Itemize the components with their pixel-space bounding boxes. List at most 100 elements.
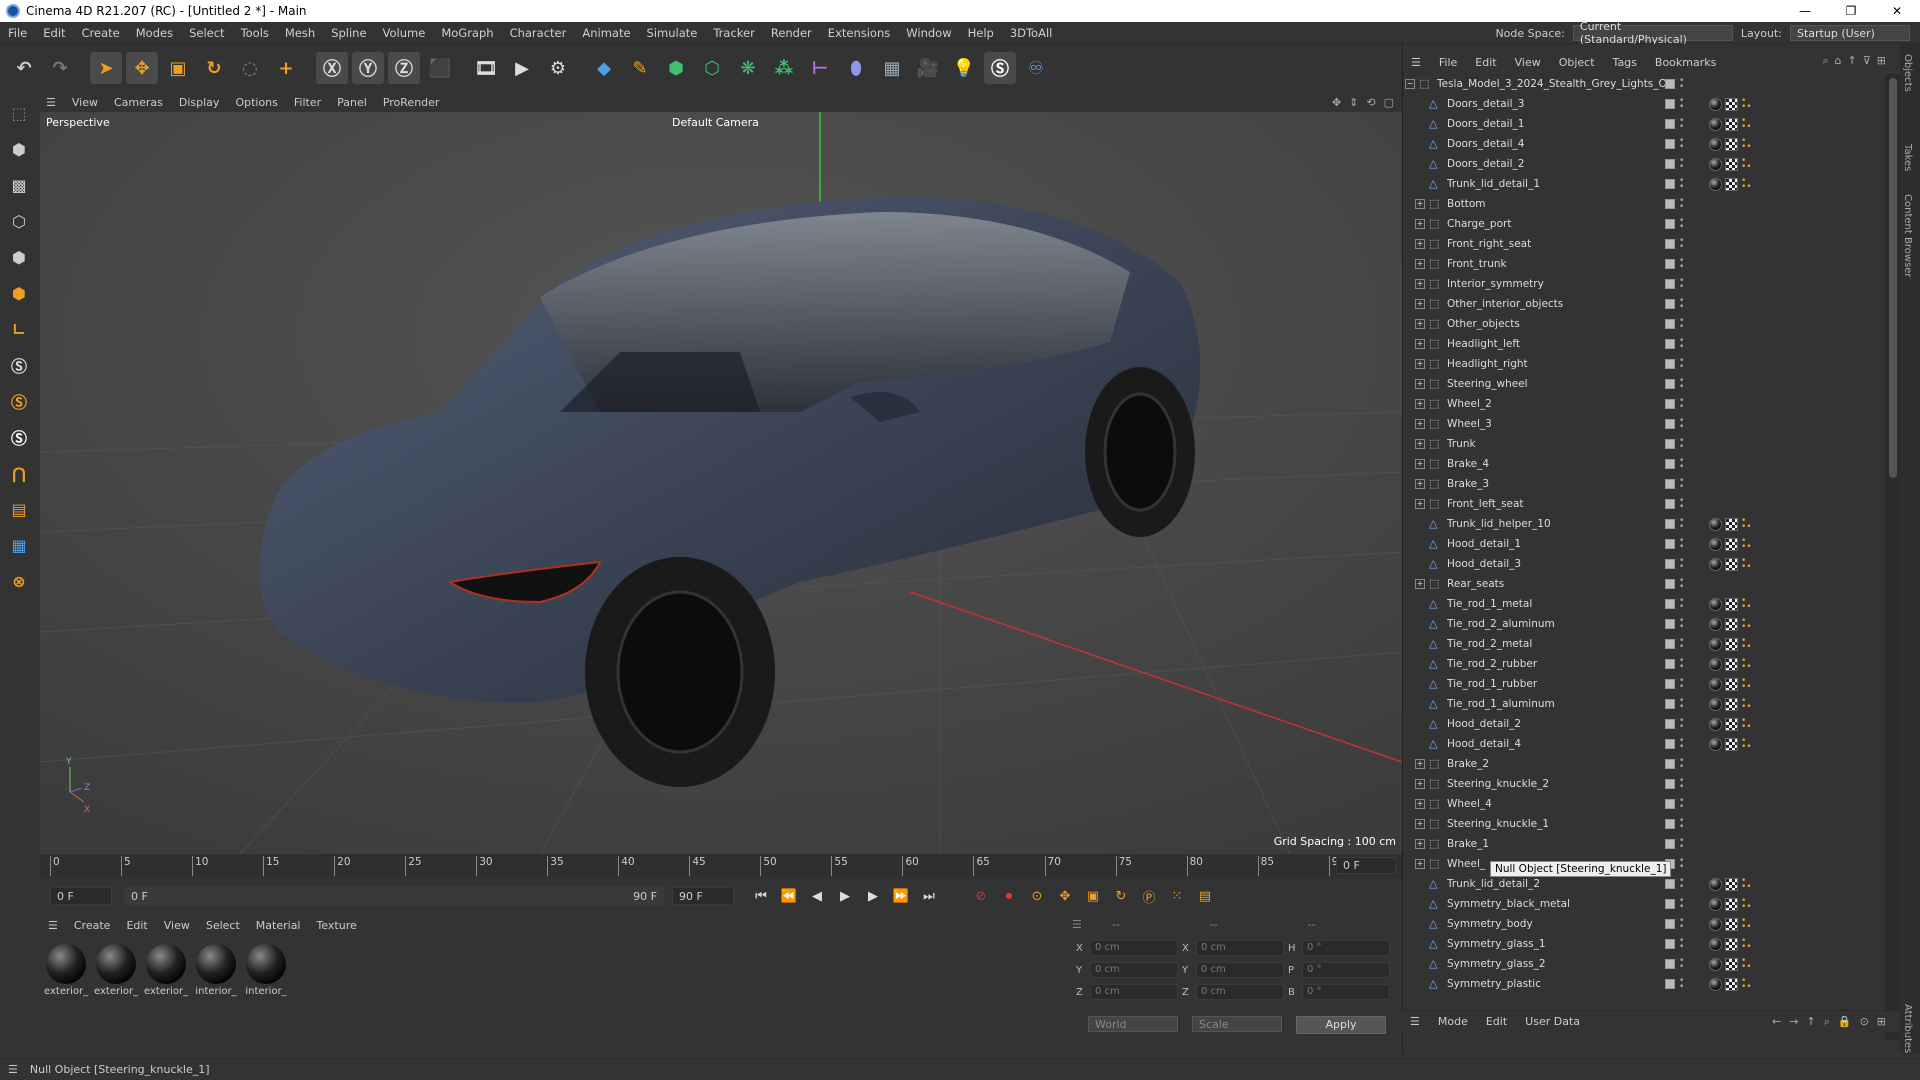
position-key-icon[interactable]: ✥ bbox=[1054, 885, 1076, 907]
previous-frame-icon[interactable]: ◀ bbox=[806, 885, 828, 907]
polygons-mode-icon[interactable]: ⬢ bbox=[4, 278, 34, 308]
layer-toggle[interactable] bbox=[1665, 619, 1675, 629]
texture-mode-icon[interactable]: ▩ bbox=[4, 170, 34, 200]
parameter-key-icon[interactable]: Ⓟ bbox=[1138, 885, 1160, 907]
go-to-end-icon[interactable]: ⏭ bbox=[918, 885, 940, 907]
coordinate-field[interactable]: 0 ° bbox=[1302, 940, 1390, 956]
rotation-key-icon[interactable]: ↻ bbox=[1110, 885, 1132, 907]
visibility-dots-icon[interactable]: • • bbox=[1679, 717, 1684, 732]
attributes-menu-mode[interactable]: Mode bbox=[1438, 1015, 1468, 1028]
current-frame-field[interactable]: 0 F bbox=[1336, 857, 1396, 874]
expand-toggle[interactable]: + bbox=[1415, 319, 1425, 329]
preview-range-slider[interactable]: 0 F 90 F bbox=[124, 887, 664, 905]
visibility-dots-icon[interactable]: • • bbox=[1679, 317, 1684, 332]
menu-mograph[interactable]: MoGraph bbox=[441, 26, 493, 40]
object-row[interactable]: + ⬚ Bottom • • bbox=[1403, 194, 1885, 214]
layer-toggle[interactable] bbox=[1665, 579, 1675, 589]
object-menu-tags[interactable]: Tags bbox=[1613, 56, 1637, 69]
material-tag-icon[interactable] bbox=[1709, 877, 1722, 891]
object-row[interactable]: △ Symmetry_plastic • • • •• bbox=[1403, 974, 1885, 994]
object-row[interactable]: + ⬚ Steering_knuckle_2 • • bbox=[1403, 774, 1885, 794]
phong-tag-icon[interactable]: • •• bbox=[1741, 157, 1753, 172]
layer-toggle[interactable] bbox=[1665, 539, 1675, 549]
menu-spline[interactable]: Spline bbox=[331, 26, 366, 40]
texture-tag-icon[interactable] bbox=[1725, 137, 1738, 151]
object-row[interactable]: △ Trunk_lid_detail_2 • • • •• bbox=[1403, 874, 1885, 894]
layer-toggle[interactable] bbox=[1665, 179, 1675, 189]
menu-extensions[interactable]: Extensions bbox=[828, 26, 890, 40]
edges-mode-icon[interactable]: ⬢ bbox=[4, 242, 34, 272]
visibility-dots-icon[interactable]: • • bbox=[1679, 337, 1684, 352]
visibility-dots-icon[interactable]: • • bbox=[1679, 277, 1684, 292]
visibility-dots-icon[interactable]: • • bbox=[1679, 437, 1684, 452]
visibility-dots-icon[interactable]: • • bbox=[1679, 917, 1684, 932]
object-row[interactable]: + ⬚ Brake_4 • • bbox=[1403, 454, 1885, 474]
object-row[interactable]: + ⬚ Interior_symmetry • • bbox=[1403, 274, 1885, 294]
material-tag-icon[interactable] bbox=[1709, 137, 1722, 151]
object-row[interactable]: △ Doors_detail_3 • • • •• bbox=[1403, 94, 1885, 114]
up-icon[interactable]: ↑ bbox=[1848, 54, 1857, 68]
menu-edit[interactable]: Edit bbox=[43, 26, 65, 40]
end-frame-field[interactable]: 90 F bbox=[672, 887, 734, 905]
layer-toggle[interactable] bbox=[1665, 259, 1675, 269]
visibility-dots-icon[interactable]: • • bbox=[1679, 857, 1684, 872]
material-swatch[interactable]: exterior_ bbox=[44, 944, 88, 997]
object-row[interactable]: + ⬚ Front_right_seat • • bbox=[1403, 234, 1885, 254]
z-axis-lock-icon[interactable]: Ⓩ bbox=[388, 52, 420, 84]
phong-tag-icon[interactable]: • •• bbox=[1741, 597, 1753, 612]
visibility-dots-icon[interactable]: • • bbox=[1679, 657, 1684, 672]
root-object-row[interactable]: − ⬚ Tesla_Model_3_2024_Stealth_Grey_Ligh… bbox=[1403, 74, 1885, 94]
object-row[interactable]: △ Hood_detail_4 • • • •• bbox=[1403, 734, 1885, 754]
solo-off-icon[interactable]: Ⓢ bbox=[4, 422, 34, 452]
render-region-icon[interactable]: 🎞 bbox=[470, 52, 502, 84]
phong-tag-icon[interactable]: • •• bbox=[1741, 517, 1753, 532]
menu-animate[interactable]: Animate bbox=[582, 26, 630, 40]
coordinate-space-dropdown[interactable]: World bbox=[1088, 1016, 1178, 1032]
object-row[interactable]: △ Tie_rod_1_rubber • • • •• bbox=[1403, 674, 1885, 694]
viewport-menu-options[interactable]: Options bbox=[235, 96, 277, 109]
texture-tag-icon[interactable] bbox=[1725, 537, 1738, 551]
menu-tracker[interactable]: Tracker bbox=[713, 26, 755, 40]
node-space-dropdown[interactable]: Current (Standard/Physical) bbox=[1572, 20, 1733, 46]
new-window-icon[interactable]: ⊞ bbox=[1877, 54, 1886, 68]
object-row[interactable]: + ⬚ Wheel_3 • • bbox=[1403, 414, 1885, 434]
object-row[interactable]: + ⬚ Rear_seats • • bbox=[1403, 574, 1885, 594]
material-tag-icon[interactable] bbox=[1709, 617, 1722, 631]
pan-view-icon[interactable]: ✥ bbox=[1332, 96, 1341, 109]
layer-toggle[interactable] bbox=[1665, 379, 1675, 389]
menu-select[interactable]: Select bbox=[189, 26, 224, 40]
expand-toggle[interactable]: + bbox=[1415, 579, 1425, 589]
next-frame-icon[interactable]: ▶ bbox=[862, 885, 884, 907]
field-icon[interactable]: ⬮ bbox=[840, 52, 872, 84]
toggle-view-icon[interactable]: ▢ bbox=[1384, 96, 1394, 109]
menu-mesh[interactable]: Mesh bbox=[285, 26, 315, 40]
layer-toggle[interactable] bbox=[1665, 439, 1675, 449]
expand-toggle[interactable]: + bbox=[1415, 259, 1425, 269]
layer-toggle[interactable] bbox=[1665, 399, 1675, 409]
visibility-dots-icon[interactable]: • • bbox=[1679, 537, 1684, 552]
texture-tag-icon[interactable] bbox=[1725, 717, 1738, 731]
coordinate-field[interactable]: 0 cm bbox=[1090, 962, 1178, 978]
layer-toggle[interactable] bbox=[1665, 799, 1675, 809]
texture-tag-icon[interactable] bbox=[1725, 937, 1738, 951]
layer-toggle[interactable] bbox=[1665, 899, 1675, 909]
phong-tag-icon[interactable]: • •• bbox=[1741, 557, 1753, 572]
phong-tag-icon[interactable]: • •• bbox=[1741, 977, 1753, 992]
camera-icon[interactable]: 🎥 bbox=[912, 52, 944, 84]
extrude-generator-icon[interactable]: ⬡ bbox=[696, 52, 728, 84]
object-row[interactable]: △ Symmetry_body • • • •• bbox=[1403, 914, 1885, 934]
layer-toggle[interactable] bbox=[1665, 659, 1675, 669]
magnet-snap-icon[interactable]: ⋂ bbox=[4, 458, 34, 488]
viewport-menu-cameras[interactable]: Cameras bbox=[114, 96, 163, 109]
object-row[interactable]: △ Symmetry_glass_1 • • • •• bbox=[1403, 934, 1885, 954]
coordinate-field[interactable]: 0 cm bbox=[1090, 940, 1178, 956]
layer-toggle[interactable] bbox=[1665, 559, 1675, 569]
visibility-dots-icon[interactable]: • • bbox=[1679, 957, 1684, 972]
object-menu-edit[interactable]: Edit bbox=[1475, 56, 1496, 69]
layer-toggle[interactable] bbox=[1665, 199, 1675, 209]
points-mode-icon[interactable]: ⬡ bbox=[4, 206, 34, 236]
expand-toggle[interactable]: + bbox=[1415, 279, 1425, 289]
make-editable-icon[interactable]: ⬚ bbox=[4, 98, 34, 128]
expand-toggle[interactable]: + bbox=[1415, 339, 1425, 349]
texture-tag-icon[interactable] bbox=[1725, 97, 1738, 111]
